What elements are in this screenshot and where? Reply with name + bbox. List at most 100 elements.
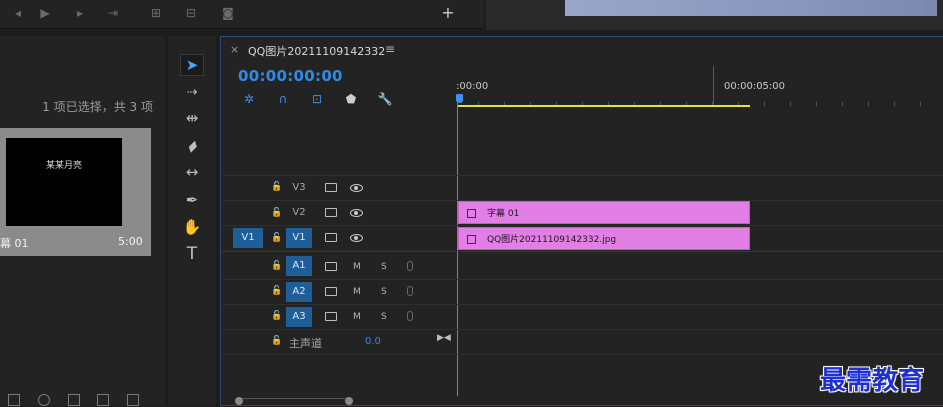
search-icon[interactable] [38, 394, 50, 406]
scroll-handle-right[interactable] [345, 397, 353, 405]
bowtie-end-icon[interactable]: ▶◀ [437, 333, 451, 343]
add-marker-icon[interactable]: ⬟ [343, 92, 359, 106]
work-area-bar[interactable] [458, 105, 750, 107]
clip-label: QQ图片20211109142332.jpg [487, 235, 617, 245]
type-tool-icon[interactable]: T [180, 243, 204, 265]
lift-icon[interactable]: ⊞ [148, 6, 164, 20]
sequence-tab[interactable]: QQ图片20211109142332 [248, 43, 385, 59]
fx-icon [467, 209, 476, 218]
clip-image[interactable]: QQ图片20211109142332.jpg [458, 227, 750, 250]
list-view-icon[interactable] [8, 394, 20, 406]
selection-info: 1 项已选择，共 3 项 [42, 100, 153, 114]
sync-lock-icon[interactable] [325, 287, 337, 296]
solo-button[interactable]: S [381, 312, 387, 322]
hand-tool-icon[interactable]: ✋ [180, 216, 204, 238]
solo-button[interactable]: S [381, 287, 387, 297]
ruler-tick [920, 102, 921, 106]
nest-sequence-icon[interactable]: ✲ [241, 92, 257, 106]
track-label-a1[interactable]: A1 [286, 256, 312, 276]
pen-tool-icon[interactable]: ✒ [180, 189, 204, 211]
lock-icon[interactable]: 🔓 [271, 208, 282, 218]
ruler-tick [790, 102, 791, 106]
sync-lock-icon[interactable] [325, 183, 337, 192]
track-separator [222, 279, 943, 280]
ruler-tick [816, 102, 817, 106]
trash-icon[interactable] [127, 394, 139, 406]
timecode-display[interactable]: 00:00:00:00 [238, 67, 343, 85]
new-bin-icon[interactable] [68, 394, 80, 406]
track-label-a2[interactable]: A2 [286, 282, 312, 302]
mic-icon[interactable] [407, 311, 413, 321]
play-icon[interactable]: ▶ [37, 6, 53, 20]
sync-lock-icon[interactable] [325, 262, 337, 271]
go-to-out-icon[interactable]: ⇥ [105, 6, 121, 20]
lock-icon[interactable]: 🔓 [271, 233, 282, 243]
track-separator [222, 175, 943, 176]
mic-icon[interactable] [407, 261, 413, 271]
close-tab-icon[interactable]: × [230, 43, 239, 56]
ruler-tick [764, 102, 765, 106]
track-label-v1[interactable]: V1 [286, 228, 312, 248]
track-separator [222, 251, 943, 252]
sync-lock-icon[interactable] [325, 312, 337, 321]
clip-label: 字幕 01 [487, 209, 520, 219]
linked-selection-icon[interactable]: ⊡ [309, 92, 325, 106]
extract-icon[interactable]: ⊟ [183, 6, 199, 20]
mute-button[interactable]: M [353, 312, 361, 322]
mute-button[interactable]: M [353, 287, 361, 297]
snap-magnet-icon[interactable]: ∩ [275, 92, 291, 106]
playhead-handle[interactable] [456, 94, 463, 103]
mute-button[interactable]: M [353, 262, 361, 272]
master-track-label: 主声道 [289, 337, 322, 350]
slip-tool-icon[interactable]: ↔ [180, 161, 204, 183]
clip-thumbnail[interactable] [6, 138, 122, 226]
source-patch-v1[interactable]: V1 [233, 228, 263, 248]
mic-icon[interactable] [407, 286, 413, 296]
program-transport-bar: ◂ ▶ ▸ ⇥ ⊞ ⊟ ◙ + [0, 0, 484, 29]
program-preview-image [565, 0, 937, 16]
track-label-v3[interactable]: V3 [286, 178, 312, 198]
track-label-v2[interactable]: V2 [286, 203, 312, 223]
track-separator [222, 354, 943, 355]
clip-title-01[interactable]: 字幕 01 [458, 201, 750, 224]
panel-menu-icon[interactable]: ≡ [385, 42, 395, 56]
ruler-tick [868, 102, 869, 106]
clip-name: 幕 01 [0, 237, 29, 250]
eye-icon[interactable] [350, 209, 363, 217]
wrench-settings-icon[interactable]: 🔧 [377, 92, 393, 106]
sync-lock-icon[interactable] [325, 208, 337, 217]
track-separator [222, 329, 943, 330]
watermark-logo: 最需教育 [820, 366, 925, 396]
lock-icon[interactable]: 🔓 [271, 261, 282, 271]
track-label-a3[interactable]: A3 [286, 307, 312, 327]
solo-button[interactable]: S [381, 262, 387, 272]
ruler-major-tick [713, 66, 714, 104]
add-button-icon[interactable]: + [440, 5, 456, 21]
ruler-start-label: :00:00 [456, 81, 489, 92]
new-item-icon[interactable] [97, 394, 109, 406]
eye-icon[interactable] [350, 184, 363, 192]
clip-duration: 5:00 [118, 235, 143, 248]
lock-icon[interactable]: 🔓 [271, 311, 282, 321]
mark-in-icon[interactable]: ◂ [10, 6, 26, 20]
lock-icon[interactable]: 🔓 [271, 286, 282, 296]
track-select-tool-icon[interactable]: ⇢ [180, 81, 204, 103]
master-volume-value[interactable]: 0.0 [365, 336, 381, 347]
sync-lock-icon[interactable] [325, 233, 337, 242]
ruler-5s-label: 00:00:05:00 [724, 81, 786, 92]
export-frame-icon[interactable]: ◙ [220, 6, 236, 20]
track-separator [222, 225, 943, 226]
ruler-tick [842, 102, 843, 106]
track-separator [222, 304, 943, 305]
fx-icon [467, 235, 476, 244]
project-bottom-bar [0, 392, 165, 406]
eye-icon[interactable] [350, 234, 363, 242]
ruler-tick [894, 102, 895, 106]
lock-icon[interactable]: 🔓 [271, 336, 282, 346]
clip-thumbnail-text: 某某月亮 [45, 161, 82, 171]
ripple-edit-tool-icon[interactable]: ⇹ [180, 107, 204, 129]
step-forward-icon[interactable]: ▸ [72, 6, 88, 20]
scroll-handle-left[interactable] [235, 397, 243, 405]
selection-tool-icon[interactable]: ➤ [180, 54, 204, 76]
lock-icon[interactable]: 🔓 [271, 182, 282, 192]
